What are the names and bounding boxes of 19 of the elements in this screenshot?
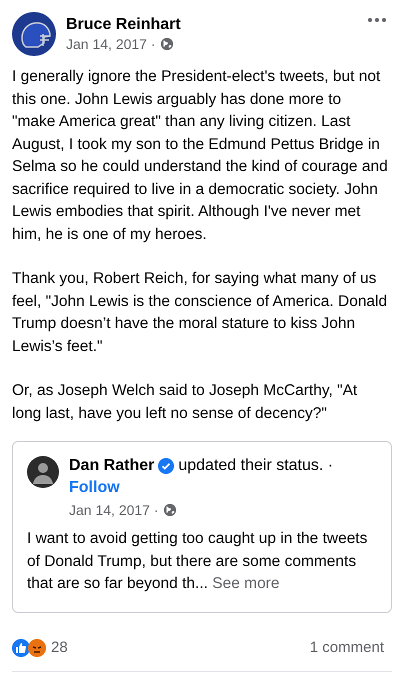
follow-link[interactable]: Follow [69, 476, 334, 500]
post-paragraph: Thank you, Robert Reich, for saying what many of us feel, "John Lewis is the conscience of America. Donald Trump doesn’t have the moral stature to kiss John Lewis’s feet." [12, 269, 388, 356]
like-reaction-icon[interactable] [12, 638, 30, 657]
avatar[interactable] [27, 456, 59, 488]
author-name[interactable]: Bruce Reinhart [66, 15, 181, 35]
post-date: Jan 14, 2017 · [66, 35, 181, 53]
post-date: Jan 14, 2017 · [69, 500, 334, 520]
comment-count[interactable]: 1 comment [310, 636, 384, 659]
author-name[interactable]: Dan Rather [69, 456, 154, 476]
reaction-count[interactable]: 28 [51, 636, 68, 659]
post-paragraph: Or, as Joseph Welch said to Joseph McCarthy, "At long last, have you left no sense of decency?" [12, 381, 358, 424]
shared-post-text: I want to avoid getting too caught up in the tweets of Donald Trump, but there are some comments that are so far beyond th... See more [27, 529, 368, 594]
see-more-link[interactable]: See more [212, 575, 280, 592]
shared-post-card[interactable]: Dan Rather updated their status. · Follow Jan 14, 2017 · I want to avoid getting too caught up in the tweets of Donald Trump, but there are some comments that are so far beyond th... See more [12, 441, 392, 612]
angry-reaction-icon[interactable] [28, 638, 46, 657]
avatar[interactable] [12, 12, 56, 56]
status-action: updated their status. · [178, 456, 334, 476]
more-icon[interactable] [368, 18, 386, 22]
post-paragraph: I generally ignore the President-elect's tweets, but not this one. John Lewis arguably has done more to "make America great" than any living citizen. Last August, I took my son to the Edmund Pettus Bridge in Selma so he could understand the kind of courage and sacrifice required to live in a democratic society. John Lewis embodies that spirit. Although I've never met him, he is one of my heroes. [12, 67, 389, 244]
